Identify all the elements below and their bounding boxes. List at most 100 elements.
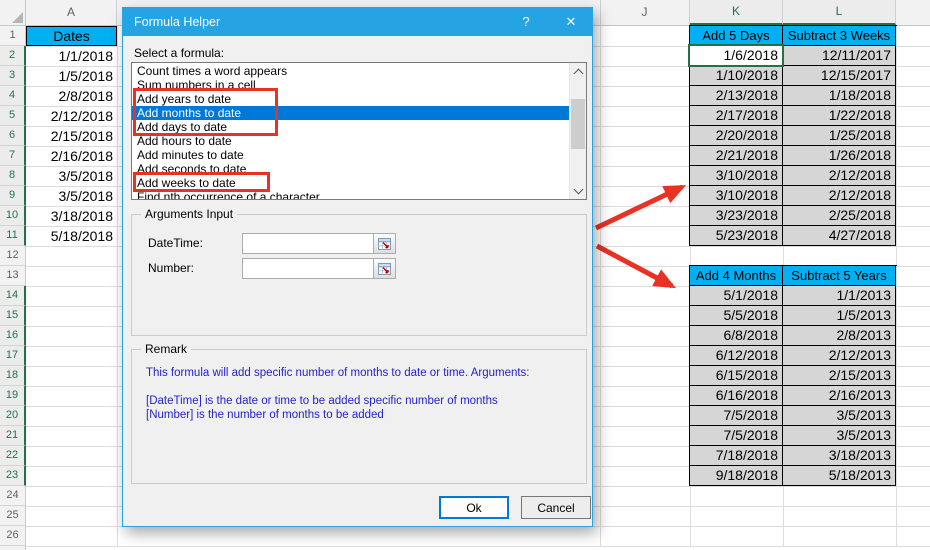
row-header-16[interactable]: 16 [0,326,26,346]
table-header-cell[interactable]: Add 4 Months [690,266,783,286]
table-cell[interactable]: 9/18/2018 [690,466,783,486]
table-cell[interactable]: 1/18/2018 [783,86,896,106]
table-cell[interactable]: 6/12/2018 [690,346,783,366]
dialog-titlebar[interactable]: Formula Helper ? ✕ [123,8,592,36]
cell-a9[interactable]: 3/5/2018 [26,186,117,206]
row-header-14[interactable]: 14 [0,286,26,306]
cell-a5[interactable]: 2/12/2018 [26,106,117,126]
cell-a4[interactable]: 2/8/2018 [26,86,117,106]
cell-a8[interactable]: 3/5/2018 [26,166,117,186]
table-cell[interactable]: 6/16/2018 [690,386,783,406]
cell-a6[interactable]: 2/15/2018 [26,126,117,146]
formula-item[interactable]: Add seconds to date [132,162,569,176]
close-button[interactable]: ✕ [551,8,591,36]
table-cell[interactable]: 2/25/2018 [783,206,896,226]
cell-a11[interactable]: 5/18/2018 [26,226,117,246]
row-header-3[interactable]: 3 [0,66,26,86]
table-cell[interactable]: 6/15/2018 [690,366,783,386]
scroll-down-button[interactable] [570,182,586,199]
table-cell[interactable]: 5/1/2018 [690,286,783,306]
cancel-button[interactable]: Cancel [521,496,591,519]
table-cell[interactable]: 2/17/2018 [690,106,783,126]
table-cell[interactable]: 2/15/2013 [783,366,896,386]
column-header-l[interactable]: L [783,0,896,25]
row-header-17[interactable]: 17 [0,346,26,366]
table-cell[interactable]: 5/23/2018 [690,226,783,246]
table-cell[interactable]: 7/5/2018 [690,426,783,446]
table-cell[interactable]: 2/12/2018 [783,166,896,186]
table-header-cell[interactable]: Subtract 3 Weeks [783,26,896,46]
table-header-cell[interactable]: Add 5 Days [690,26,783,46]
table-header-cell[interactable]: Subtract 5 Years [783,266,896,286]
formula-item[interactable]: Add weeks to date [132,176,569,190]
row-header-1[interactable]: 1 [0,26,26,46]
row-header-19[interactable]: 19 [0,386,26,406]
cell-a3[interactable]: 1/5/2018 [26,66,117,86]
table-cell[interactable]: 3/5/2013 [783,406,896,426]
help-button[interactable]: ? [511,8,541,36]
table-cell[interactable]: 6/8/2018 [690,326,783,346]
row-header-2[interactable]: 2 [0,46,26,66]
ok-button[interactable]: Ok [439,496,509,519]
scrollbar-thumb[interactable] [571,99,585,149]
column-header-j[interactable]: J [600,0,690,25]
formula-item[interactable]: Add months to date [132,106,569,120]
row-header-8[interactable]: 8 [0,166,26,186]
formula-item[interactable]: Count times a word appears [132,64,569,78]
formula-item[interactable]: Add years to date [132,92,569,106]
table-cell[interactable]: 1/22/2018 [783,106,896,126]
row-header-26[interactable]: 26 [0,526,26,546]
table-cell[interactable]: 2/12/2013 [783,346,896,366]
row-header-7[interactable]: 7 [0,146,26,166]
table-cell[interactable]: 2/20/2018 [690,126,783,146]
formula-listbox[interactable]: Count times a word appears Sum numbers in… [131,62,587,200]
row-header-9[interactable]: 9 [0,186,26,206]
cell-a2[interactable]: 1/1/2018 [26,46,117,66]
row-header-11[interactable]: 11 [0,226,26,246]
row-header-13[interactable]: 13 [0,266,26,286]
table-cell[interactable]: 2/13/2018 [690,86,783,106]
table-cell[interactable]: 3/10/2018 [690,166,783,186]
cell-a7[interactable]: 2/16/2018 [26,146,117,166]
table-cell[interactable]: 2/12/2018 [783,186,896,206]
row-header-18[interactable]: 18 [0,366,26,386]
row-header-15[interactable]: 15 [0,306,26,326]
column-header-a[interactable]: A [26,0,117,25]
table-cell[interactable]: 12/11/2017 [783,46,896,66]
row-header-12[interactable]: 12 [0,246,26,266]
table-cell[interactable]: 1/26/2018 [783,146,896,166]
table-cell[interactable]: 1/10/2018 [690,66,783,86]
listbox-scrollbar[interactable] [569,63,586,199]
scroll-up-button[interactable] [570,63,586,80]
number-input[interactable] [243,259,373,278]
table-cell[interactable]: 3/18/2013 [783,446,896,466]
table-cell[interactable]: 7/5/2018 [690,406,783,426]
table-cell[interactable]: 7/18/2018 [690,446,783,466]
formula-item[interactable]: Add hours to date [132,134,569,148]
formula-item[interactable]: Add minutes to date [132,148,569,162]
datetime-range-selector-button[interactable] [373,234,395,253]
row-header-25[interactable]: 25 [0,506,26,526]
table-cell[interactable]: 2/16/2013 [783,386,896,406]
row-header-20[interactable]: 20 [0,406,26,426]
table-cell[interactable]: 2/8/2013 [783,326,896,346]
select-all-corner[interactable] [0,0,26,25]
active-cell-k2[interactable]: 1/6/2018 [688,44,784,67]
table-cell[interactable]: 1/5/2013 [783,306,896,326]
row-header-22[interactable]: 22 [0,446,26,466]
column-header-k[interactable]: K [690,0,783,25]
table-cell[interactable]: 5/5/2018 [690,306,783,326]
table-cell[interactable]: 12/15/2017 [783,66,896,86]
row-header-23[interactable]: 23 [0,466,26,486]
formula-item[interactable]: Find nth occurrence of a character [132,190,569,199]
row-header-21[interactable]: 21 [0,426,26,446]
row-header-6[interactable]: 6 [0,126,26,146]
cell-a10[interactable]: 3/18/2018 [26,206,117,226]
table-cell[interactable]: 3/23/2018 [690,206,783,226]
number-range-selector-button[interactable] [373,259,395,278]
table-cell[interactable]: 4/27/2018 [783,226,896,246]
table-cell[interactable]: 3/5/2013 [783,426,896,446]
datetime-input[interactable] [243,234,373,253]
row-header-4[interactable]: 4 [0,86,26,106]
formula-item[interactable]: Sum numbers in a cell [132,78,569,92]
